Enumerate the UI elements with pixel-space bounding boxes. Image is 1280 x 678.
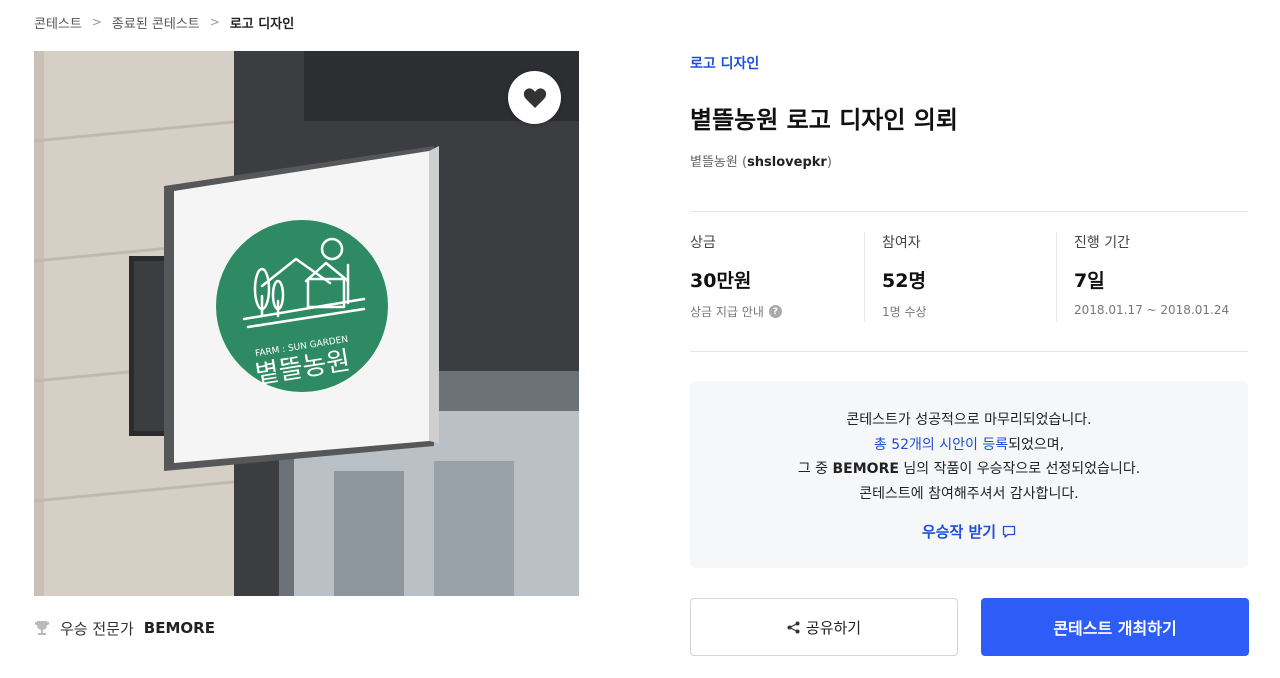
notice-line-2-rest: 되었으며, <box>1008 436 1065 453</box>
stat-period-value: 7일 <box>1074 270 1105 292</box>
owner-id: shslovepkr <box>747 155 827 170</box>
breadcrumb: 콘테스트 > 종료된 콘테스트 > 로고 디자인 <box>34 12 294 32</box>
chevron-right-icon: > <box>209 15 220 29</box>
contest-category[interactable]: 로고 디자인 <box>690 53 759 73</box>
share-icon <box>787 621 800 633</box>
stat-period: 진행 기간 7일 2018.01.17 ~ 2018.01.24 <box>1056 212 1248 351</box>
contest-stats: 상금 30만원 상금 지급 안내 ? 참여자 52명 1명 수상 진행 기간 7… <box>690 212 1248 351</box>
chevron-right-icon: > <box>91 15 102 29</box>
notice-line-3-rest: 님의 작품이 우승작으로 선정되었습니다. <box>898 461 1141 477</box>
prize-payment-guide-label: 상금 지급 안내 <box>690 305 764 319</box>
divider <box>690 351 1248 352</box>
stat-period-label: 진행 기간 <box>1074 235 1130 251</box>
stat-participants-sub: 1명 수상 <box>882 305 927 319</box>
stat-participants: 참여자 52명 1명 수상 <box>864 212 1056 351</box>
notice-winner-name: BEMORE <box>832 461 899 477</box>
notice-line-4: 콘테스트에 참여해주셔서 감사합니다. <box>859 485 1079 502</box>
winner-name[interactable]: BEMORE <box>144 619 215 637</box>
notice-line-1: 콘테스트가 성공적으로 마무리되었습니다. <box>846 412 1092 428</box>
breadcrumb-item-contest[interactable]: 콘테스트 <box>34 13 82 32</box>
contest-title: 볕뜰농원 로고 디자인 의뢰 <box>690 106 958 134</box>
stat-prize-value: 30만원 <box>690 270 752 292</box>
share-button-label: 공유하기 <box>805 618 862 637</box>
stat-prize: 상금 30만원 상금 지급 안내 ? <box>690 212 864 351</box>
stat-participants-value: 52명 <box>882 270 926 292</box>
contest-result-notice: 콘테스트가 성공적으로 마무리되었습니다. 총 52개의 시안이 등록되었으며,… <box>690 381 1248 568</box>
submissions-link[interactable]: 총 52개의 시안이 등록 <box>874 437 1008 453</box>
prize-payment-guide[interactable]: 상금 지급 안내 ? <box>690 303 864 320</box>
stat-period-dates: 2018.01.17 ~ 2018.01.24 <box>1074 303 1230 317</box>
signboard-illustration: FARM : SUN GARDEN 볕뜰농원 <box>34 51 579 596</box>
get-winner-label: 우승작 받기 <box>921 523 997 541</box>
stat-participants-label: 참여자 <box>882 235 921 251</box>
share-button[interactable]: 공유하기 <box>690 598 958 656</box>
favorite-button[interactable] <box>508 71 561 124</box>
trophy-icon <box>35 621 49 635</box>
help-icon[interactable]: ? <box>768 305 782 318</box>
host-contest-button[interactable]: 콘테스트 개최하기 <box>981 598 1249 656</box>
notice-line-3: 그 중 BEMORE 님의 작품이 우승작으로 선정되었습니다. <box>690 457 1248 482</box>
notice-line-2: 총 52개의 시안이 등록되었으며, <box>690 433 1248 458</box>
breadcrumb-item-ended[interactable]: 종료된 콘테스트 <box>112 13 200 32</box>
stat-prize-label: 상금 <box>690 235 716 251</box>
owner-name: 볕뜰농원 <box>690 155 738 170</box>
contest-hero-image: FARM : SUN GARDEN 볕뜰농원 <box>34 51 579 596</box>
notice-line-3-pre: 그 중 <box>797 461 833 477</box>
heart-icon <box>523 87 546 108</box>
speech-bubble-icon <box>1002 526 1016 538</box>
breadcrumb-item-current: 로고 디자인 <box>229 16 295 32</box>
contest-owner: 볕뜰농원 (shslovepkr) <box>690 155 832 170</box>
get-winner-button[interactable]: 우승작 받기 <box>922 520 1016 545</box>
winner-label: 우승 전문가 <box>60 619 134 638</box>
winner-info: 우승 전문가 BEMORE <box>34 617 215 639</box>
